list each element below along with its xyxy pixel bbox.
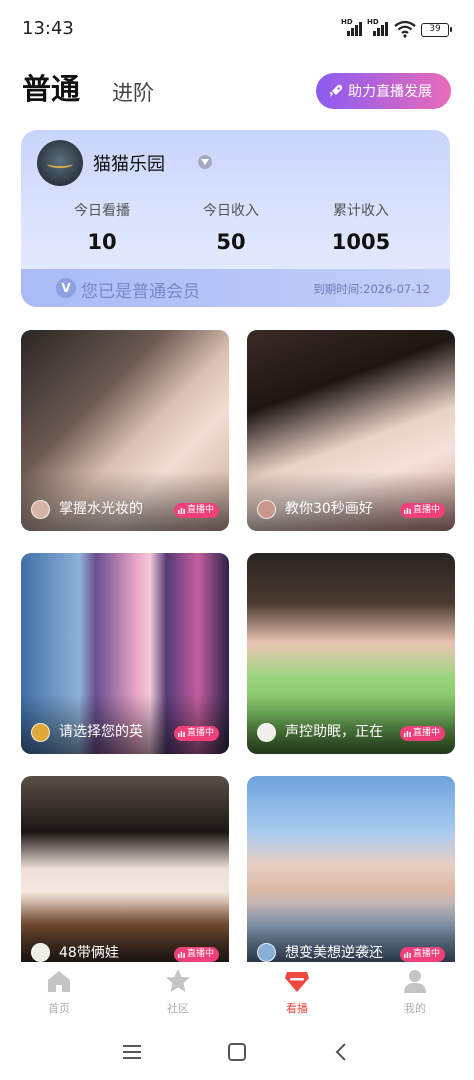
- nav-profile[interactable]: 我的: [375, 968, 455, 1016]
- streamer-avatar: [31, 500, 50, 519]
- stream-card[interactable]: 想变美想逆袭还 直播中: [247, 776, 455, 962]
- nav-label: 社区: [167, 1002, 189, 1015]
- stream-title: 48带俩娃: [59, 945, 119, 961]
- live-badge-label: 直播中: [186, 728, 214, 738]
- streamer-avatar: [257, 943, 276, 962]
- live-badge: 直播中: [173, 503, 219, 518]
- nav-home[interactable]: 首页: [19, 968, 99, 1016]
- tab-advanced[interactable]: 进阶: [112, 77, 154, 107]
- stream-card[interactable]: 48带俩娃 直播中: [21, 776, 229, 962]
- live-badge: 直播中: [173, 726, 219, 741]
- rocket-icon: [329, 84, 343, 97]
- status-time: 13:43: [22, 18, 74, 39]
- live-badge-label: 直播中: [412, 728, 440, 738]
- avatar[interactable]: [37, 140, 83, 186]
- member-card: 猫猫乐园 今日看播 10 今日收入 50 累计收入 1005 V 您已是普通会员…: [21, 130, 450, 307]
- membership-expire: 到期时间:2026-07-12: [313, 282, 430, 296]
- live-badge: 直播中: [399, 726, 445, 741]
- nav-label: 首页: [48, 1002, 70, 1015]
- streamer-avatar: [257, 500, 276, 519]
- streamer-avatar: [31, 723, 50, 742]
- stat-value: 1005: [331, 230, 391, 254]
- menu-icon[interactable]: [120, 1040, 144, 1064]
- boost-live-button[interactable]: 助力直播发展: [316, 73, 451, 109]
- stream-card[interactable]: 掌握水光妆的 直播中: [21, 330, 229, 531]
- stat-label: 今日看播: [74, 203, 130, 219]
- membership-bar: V 您已是普通会员 到期时间:2026-07-12: [21, 269, 450, 307]
- screen: 13:43 HD HD 39 普通 进阶 助力直播发展 猫猫乐园 今日看播 10…: [0, 0, 474, 1080]
- bottom-nav: 首页 社区 看播 我的: [0, 962, 474, 1024]
- stat-today-income: 今日收入 50: [166, 200, 296, 254]
- gem-icon: [285, 972, 309, 992]
- stream-card[interactable]: 声控助眠，正在 直播中: [247, 553, 455, 754]
- signal-hd-label: HD: [367, 18, 379, 26]
- tab-basic[interactable]: 普通: [22, 66, 80, 108]
- stat-value: 10: [87, 230, 117, 254]
- back-icon[interactable]: [330, 1040, 354, 1064]
- live-badge-label: 直播中: [186, 949, 214, 959]
- stream-card[interactable]: 请选择您的英 直播中: [21, 553, 229, 754]
- home-square-icon[interactable]: [225, 1040, 249, 1064]
- signal-icon: HD: [341, 18, 363, 36]
- stat-total-income: 累计收入 1005: [296, 200, 426, 254]
- live-badge: 直播中: [399, 947, 445, 962]
- home-icon: [48, 971, 70, 992]
- live-badge-label: 直播中: [412, 505, 440, 515]
- live-badge-label: 直播中: [412, 949, 440, 959]
- battery-indicator: 39: [421, 23, 452, 37]
- live-badge: 直播中: [173, 947, 219, 962]
- wifi-icon: [394, 20, 416, 38]
- stat-value: 50: [216, 230, 246, 254]
- system-nav: [0, 1024, 474, 1080]
- stat-label: 累计收入: [333, 203, 389, 219]
- star-icon: [166, 969, 190, 992]
- streamer-avatar: [31, 943, 50, 962]
- boost-live-label: 助力直播发展: [348, 84, 432, 100]
- streamer-avatar: [257, 723, 276, 742]
- nav-watch[interactable]: 看播: [257, 968, 337, 1016]
- stream-card[interactable]: 教你30秒画好 直播中: [247, 330, 455, 531]
- nav-community[interactable]: 社区: [138, 968, 218, 1016]
- stat-label: 今日收入: [203, 203, 259, 219]
- signal-hd-label: HD: [341, 18, 353, 26]
- signal-icon: HD: [367, 18, 389, 36]
- live-badge: 直播中: [399, 503, 445, 518]
- stream-title: 掌握水光妆的: [59, 501, 143, 517]
- live-badge-label: 直播中: [186, 505, 214, 515]
- chevron-down-icon[interactable]: [198, 155, 212, 169]
- status-bar: 13:43 HD HD 39: [0, 0, 474, 56]
- membership-status: 您已是普通会员: [81, 282, 200, 302]
- stream-title: 声控助眠，正在: [285, 724, 383, 740]
- stream-title: 想变美想逆袭还: [285, 945, 383, 961]
- nickname: 猫猫乐园: [93, 154, 165, 175]
- nav-label: 看播: [286, 1002, 308, 1015]
- nav-label: 我的: [404, 1002, 426, 1015]
- stat-today-views: 今日看播 10: [37, 200, 167, 254]
- vip-badge-icon: V: [56, 278, 76, 298]
- stream-title: 请选择您的英: [59, 724, 143, 740]
- person-icon: [404, 970, 426, 993]
- stream-title: 教你30秒画好: [285, 501, 373, 517]
